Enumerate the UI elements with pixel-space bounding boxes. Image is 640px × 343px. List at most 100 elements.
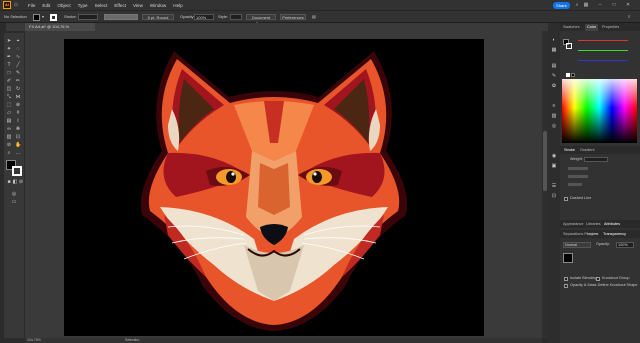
swatches-panel-icon[interactable]: ▤ xyxy=(551,63,557,69)
shape-builder-tool-icon[interactable]: ⊕ xyxy=(15,102,21,108)
selection-tool-icon[interactable]: ➤ xyxy=(6,38,12,44)
eraser-tool-icon[interactable]: ◫ xyxy=(6,86,12,92)
stroke-panel-icon[interactable]: ≡ xyxy=(551,103,557,109)
color-panel-icon[interactable]: ◐ xyxy=(551,37,557,43)
maximize-icon[interactable]: □ xyxy=(611,2,617,8)
tab-layers[interactable]: Layers xyxy=(587,231,598,238)
line-tool-icon[interactable]: ╱ xyxy=(15,62,21,68)
share-button[interactable]: Share xyxy=(553,2,570,9)
dashed-line-checkbox[interactable] xyxy=(564,197,568,201)
document-tab[interactable]: FX Art.ai* @ 104.76 % (RGB/Preview) xyxy=(25,23,95,37)
arrange-docs-icon[interactable]: ▤ xyxy=(312,14,316,20)
tab-attributes[interactable]: Attributes xyxy=(604,221,620,228)
symbols-panel-icon[interactable]: ✿ xyxy=(551,83,557,89)
graph-tool-icon[interactable]: ▥ xyxy=(6,134,12,140)
none-mode-icon[interactable]: ⊘ xyxy=(18,179,24,185)
color-spectrum[interactable] xyxy=(562,79,637,143)
shaper-tool-icon[interactable]: ✐ xyxy=(6,78,12,84)
scrollbar-thumb[interactable] xyxy=(543,131,547,191)
brush-definition-dropdown[interactable]: 5 pt. Round xyxy=(142,14,174,20)
tab-appearance[interactable]: Appearance xyxy=(563,221,583,228)
blend-tool-icon[interactable]: ∞ xyxy=(6,126,12,132)
search-icon[interactable]: ⌕ xyxy=(574,2,580,8)
gradient-panel-icon[interactable]: ▧ xyxy=(551,113,557,119)
rectangle-tool-icon[interactable]: □ xyxy=(6,70,12,76)
menu-object[interactable]: Object xyxy=(57,3,70,8)
gradient-tool-icon[interactable]: ▤ xyxy=(6,118,12,124)
menu-edit[interactable]: Edit xyxy=(42,3,50,8)
close-icon[interactable]: ✕ xyxy=(625,2,631,8)
menu-type[interactable]: Type xyxy=(78,3,88,8)
tab-color[interactable]: Color xyxy=(585,24,599,31)
curvature-tool-icon[interactable]: ∿ xyxy=(15,54,21,60)
tab-properties[interactable]: Properties xyxy=(602,24,619,31)
menu-file[interactable]: File xyxy=(28,3,35,8)
stroke-color-box[interactable] xyxy=(12,166,22,176)
transparency-opacity-input[interactable]: 100% xyxy=(616,242,634,248)
style-dropdown[interactable] xyxy=(230,14,242,20)
fill-swatch[interactable] xyxy=(33,14,40,21)
color-guide-icon[interactable]: ▦ xyxy=(551,47,557,53)
g-slider[interactable] xyxy=(578,50,628,51)
cap-buttons[interactable] xyxy=(568,167,588,170)
slice-tool-icon[interactable]: ⊘ xyxy=(6,142,12,148)
stroke-swatch[interactable] xyxy=(50,14,57,21)
minimize-icon[interactable]: – xyxy=(597,2,603,8)
hand-tool-icon[interactable]: ✋ xyxy=(15,142,21,148)
free-transform-tool-icon[interactable]: ⬚ xyxy=(6,102,12,108)
knockout-group-checkbox[interactable] xyxy=(596,277,600,281)
blend-mode-dropdown[interactable]: Normal xyxy=(563,242,591,248)
home-icon[interactable]: ⌂ xyxy=(14,2,22,8)
mesh-tool-icon[interactable]: # xyxy=(15,110,21,116)
layers-panel-icon[interactable]: ☰ xyxy=(551,183,557,189)
artboard[interactable] xyxy=(64,39,484,336)
menu-help[interactable]: Help xyxy=(173,3,182,8)
appearance-panel-icon[interactable]: ◉ xyxy=(551,153,557,159)
variable-width-profile[interactable] xyxy=(104,14,138,20)
direct-selection-tool-icon[interactable]: ⌖ xyxy=(15,38,21,44)
tab-stroke[interactable]: Stroke xyxy=(564,147,575,154)
opacity-input[interactable]: 100% xyxy=(194,14,214,20)
menu-view[interactable]: View xyxy=(133,3,143,8)
eyedropper-tool-icon[interactable]: ⌇ xyxy=(15,118,21,124)
artboard-tool-icon[interactable]: ⊡ xyxy=(15,134,21,140)
color-stroke-swatch[interactable] xyxy=(566,43,572,49)
draw-mode-icon[interactable]: ◎ xyxy=(11,191,17,197)
brushes-panel-icon[interactable]: ✎ xyxy=(551,73,557,79)
r-slider[interactable] xyxy=(578,40,628,41)
tab-gradient[interactable]: Gradient xyxy=(580,147,595,154)
tab-transparency[interactable]: Transparency xyxy=(603,231,626,238)
pencil-tool-icon[interactable]: ✏ xyxy=(15,78,21,84)
screen-mode-icon[interactable]: ▭ xyxy=(11,199,17,205)
zoom-level[interactable]: 104.76% xyxy=(27,338,41,343)
lasso-tool-icon[interactable]: ◌ xyxy=(15,46,21,52)
arrange-icon[interactable]: ▦ xyxy=(583,2,589,8)
magic-wand-icon[interactable]: ✦ xyxy=(6,46,12,52)
paintbrush-tool-icon[interactable]: ✎ xyxy=(15,70,21,76)
isolate-blending-checkbox[interactable] xyxy=(564,277,568,281)
opacity-mask-checkbox[interactable] xyxy=(564,284,568,288)
tab-swatches[interactable]: Swatches xyxy=(563,24,579,31)
zoom-tool-icon[interactable]: ⌕ xyxy=(6,150,12,156)
preferences-button[interactable]: Preferences xyxy=(280,14,306,20)
perspective-grid-tool-icon[interactable]: ▱ xyxy=(6,110,12,116)
panel-menu-icon[interactable]: ≡ xyxy=(628,14,630,20)
scale-tool-icon[interactable]: ⤡ xyxy=(6,94,12,100)
menu-select[interactable]: Select xyxy=(95,3,108,8)
corner-buttons[interactable] xyxy=(568,175,588,178)
rotate-tool-icon[interactable]: ↻ xyxy=(15,86,21,92)
transparency-panel-icon[interactable]: ◎ xyxy=(551,123,557,129)
tab-libraries[interactable]: Libraries xyxy=(586,221,601,228)
stroke-weight-input[interactable] xyxy=(78,14,98,20)
graphic-styles-icon[interactable]: ▣ xyxy=(551,163,557,169)
width-tool-icon[interactable]: ⋈ xyxy=(15,94,21,100)
align-stroke-buttons[interactable] xyxy=(568,183,582,186)
artboards-panel-icon[interactable]: ⊡ xyxy=(551,193,557,199)
black-swatch-icon[interactable] xyxy=(571,73,575,77)
b-slider[interactable] xyxy=(578,60,628,61)
menu-window[interactable]: Window xyxy=(150,3,166,8)
fill-dropdown-icon[interactable]: ▾ xyxy=(42,14,46,20)
menu-effect[interactable]: Effect xyxy=(114,3,126,8)
type-tool-icon[interactable]: T xyxy=(6,62,12,68)
white-swatch-icon[interactable] xyxy=(566,73,570,77)
